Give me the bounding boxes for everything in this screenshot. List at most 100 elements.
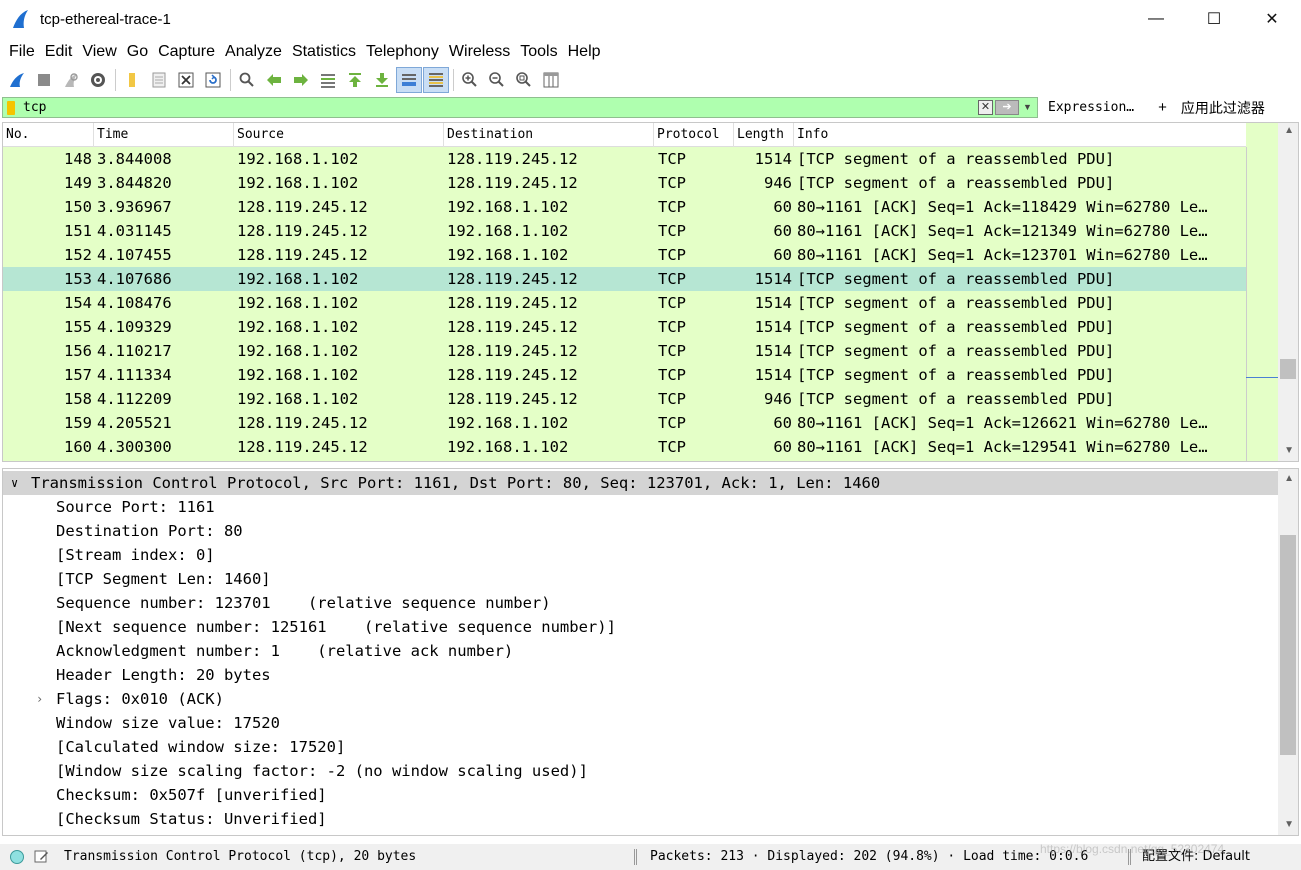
packet-row[interactable]: 150 3.936967 128.119.245.12 192.168.1.102 TC…	[3, 195, 1247, 219]
column-header-no[interactable]: No.	[3, 123, 94, 147]
column-header-protocol[interactable]: Protocol	[654, 123, 734, 147]
column-header-source[interactable]: Source	[234, 123, 444, 147]
expression-button[interactable]: Expression…	[1048, 100, 1134, 115]
resize-columns-button[interactable]	[538, 67, 564, 93]
column-header-time[interactable]: Time	[94, 123, 234, 147]
packet-row[interactable]: 160 4.300300 128.119.245.12 192.168.1.102 TC…	[3, 435, 1247, 459]
menu-capture[interactable]: Capture	[153, 43, 220, 61]
packet-row[interactable]: 152 4.107455 128.119.245.12 192.168.1.102 TC…	[3, 243, 1247, 267]
details-scrollbar[interactable]: ▲ ▼	[1278, 469, 1298, 835]
packet-row[interactable]: 151 4.031145 128.119.245.12 192.168.1.102 TC…	[3, 219, 1247, 243]
tcp-field-line[interactable]: [Stream index: 0]	[3, 543, 1279, 567]
packet-row[interactable]: 155 4.109329 192.168.1.102 128.119.245.12 TC…	[3, 315, 1247, 339]
scroll-down-icon[interactable]: ▼	[1284, 819, 1294, 830]
packet-list-scrollbar[interactable]: ▲ ▼	[1246, 123, 1298, 461]
zoom-in-button[interactable]	[457, 67, 483, 93]
start-capture-button[interactable]	[4, 67, 30, 93]
packet-info: [TCP segment of a reassembled PDU]	[797, 270, 1115, 288]
tcp-field-line[interactable]: [TCP Segment Len: 1460]	[3, 567, 1279, 591]
display-filter-field[interactable]: tcp ✕ ➔ ▼	[2, 97, 1038, 118]
tcp-field-line[interactable]: [Calculated window size: 17520]	[3, 735, 1279, 759]
normal-size-button[interactable]	[511, 67, 537, 93]
tcp-field-line[interactable]: › Flags: 0x010 (ACK)	[3, 687, 1279, 711]
packet-length: 1514	[754, 150, 792, 168]
tcp-field-line[interactable]: Destination Port: 80	[3, 519, 1279, 543]
scroll-down-icon[interactable]: ▼	[1284, 445, 1294, 456]
capture-options-button[interactable]	[85, 67, 111, 93]
close-button[interactable]: ✕	[1243, 0, 1301, 38]
scroll-up-icon[interactable]: ▲	[1284, 473, 1294, 484]
column-header-length[interactable]: Length	[734, 123, 794, 147]
filter-history-dropdown-icon[interactable]: ▼	[1021, 100, 1034, 115]
go-to-packet-button[interactable]	[315, 67, 341, 93]
maximize-button[interactable]: ☐	[1185, 0, 1243, 38]
zoom-out-button[interactable]	[484, 67, 510, 93]
go-forward-button[interactable]	[288, 67, 314, 93]
tcp-field-line[interactable]: [Window size scaling factor: -2 (no wind…	[3, 759, 1279, 783]
tcp-field-line[interactable]: Acknowledgment number: 1 (relative ack n…	[3, 639, 1279, 663]
auto-scroll-button[interactable]	[396, 67, 422, 93]
tcp-field-text: [Checksum Status: Unverified]	[56, 810, 327, 828]
close-file-button[interactable]	[173, 67, 199, 93]
scroll-track[interactable]	[1278, 123, 1298, 461]
scroll-thumb[interactable]	[1280, 359, 1296, 379]
menu-statistics[interactable]: Statistics	[287, 43, 361, 61]
packet-minimap[interactable]	[1246, 147, 1278, 461]
go-back-button[interactable]	[261, 67, 287, 93]
tcp-field-line[interactable]: [Checksum Status: Unverified]	[3, 807, 1279, 831]
find-packet-button[interactable]	[234, 67, 260, 93]
apply-filter-arrow-icon[interactable]: ➔	[995, 100, 1019, 115]
reload-file-button[interactable]	[200, 67, 226, 93]
packet-row[interactable]: 149 3.844820 192.168.1.102 128.119.245.12 TC…	[3, 171, 1247, 195]
packet-row[interactable]: 158 4.112209 192.168.1.102 128.119.245.12 TC…	[3, 387, 1247, 411]
packet-row[interactable]: 157 4.111334 192.168.1.102 128.119.245.12 TC…	[3, 363, 1247, 387]
scroll-up-icon[interactable]: ▲	[1284, 125, 1294, 136]
tcp-field-line[interactable]: Window size value: 17520	[3, 711, 1279, 735]
minimize-button[interactable]: —	[1127, 0, 1185, 38]
packet-row[interactable]: 154 4.108476 192.168.1.102 128.119.245.12 TC…	[3, 291, 1247, 315]
packet-time: 3.844820	[97, 174, 172, 192]
menu-file[interactable]: File	[4, 43, 40, 61]
title-bar: tcp-ethereal-trace-1 — ☐ ✕	[0, 0, 1301, 38]
packet-source: 128.119.245.12	[237, 438, 368, 456]
expert-info-icon[interactable]	[10, 850, 24, 864]
capture-comment-icon[interactable]	[34, 849, 49, 864]
open-file-button[interactable]	[119, 67, 145, 93]
chevron-down-icon[interactable]: ∨	[11, 471, 18, 495]
tcp-field-line[interactable]: [Next sequence number: 125161 (relative …	[3, 615, 1279, 639]
apply-filter-button[interactable]: 应用此过滤器	[1181, 98, 1265, 118]
tcp-field-line[interactable]: Header Length: 20 bytes	[3, 663, 1279, 687]
menu-telephony[interactable]: Telephony	[361, 43, 444, 61]
packet-row[interactable]: 156 4.110217 192.168.1.102 128.119.245.12 TC…	[3, 339, 1247, 363]
packet-row[interactable]: 159 4.205521 128.119.245.12 192.168.1.102 TC…	[3, 411, 1247, 435]
column-header-destination[interactable]: Destination	[444, 123, 654, 147]
menu-help[interactable]: Help	[563, 43, 606, 61]
menu-tools[interactable]: Tools	[515, 43, 562, 61]
menu-edit[interactable]: Edit	[40, 43, 78, 61]
bookmark-icon[interactable]	[7, 100, 15, 115]
restart-capture-button[interactable]	[58, 67, 84, 93]
tcp-field-line[interactable]: Checksum: 0x507f [unverified]	[3, 783, 1279, 807]
packet-row[interactable]: 148 3.844008 192.168.1.102 128.119.245.12 TC…	[3, 147, 1247, 171]
first-packet-button[interactable]	[342, 67, 368, 93]
menu-go[interactable]: Go	[122, 43, 153, 61]
add-filter-button[interactable]: +	[1158, 99, 1167, 116]
tcp-tree-header[interactable]: ∨ Transmission Control Protocol, Src Por…	[3, 471, 1279, 495]
scroll-thumb[interactable]	[1280, 535, 1296, 755]
menu-analyze[interactable]: Analyze	[220, 43, 287, 61]
save-file-button[interactable]	[146, 67, 172, 93]
menu-view[interactable]: View	[77, 43, 121, 61]
tcp-field-line[interactable]: Sequence number: 123701 (relative sequen…	[3, 591, 1279, 615]
stop-capture-button[interactable]	[31, 67, 57, 93]
packet-no: 159	[64, 414, 92, 432]
packet-row[interactable]: 153 4.107686 192.168.1.102 128.119.245.12 TC…	[3, 267, 1247, 291]
clear-filter-icon[interactable]: ✕	[978, 100, 993, 115]
column-header-info[interactable]: Info	[794, 123, 1247, 147]
chevron-right-icon[interactable]: ›	[36, 687, 43, 711]
last-packet-button[interactable]	[369, 67, 395, 93]
tcp-field-text: [Stream index: 0]	[56, 546, 215, 564]
display-filter-input[interactable]: tcp	[23, 100, 923, 115]
colorize-button[interactable]	[423, 67, 449, 93]
menu-wireless[interactable]: Wireless	[444, 43, 515, 61]
tcp-field-line[interactable]: Source Port: 1161	[3, 495, 1279, 519]
